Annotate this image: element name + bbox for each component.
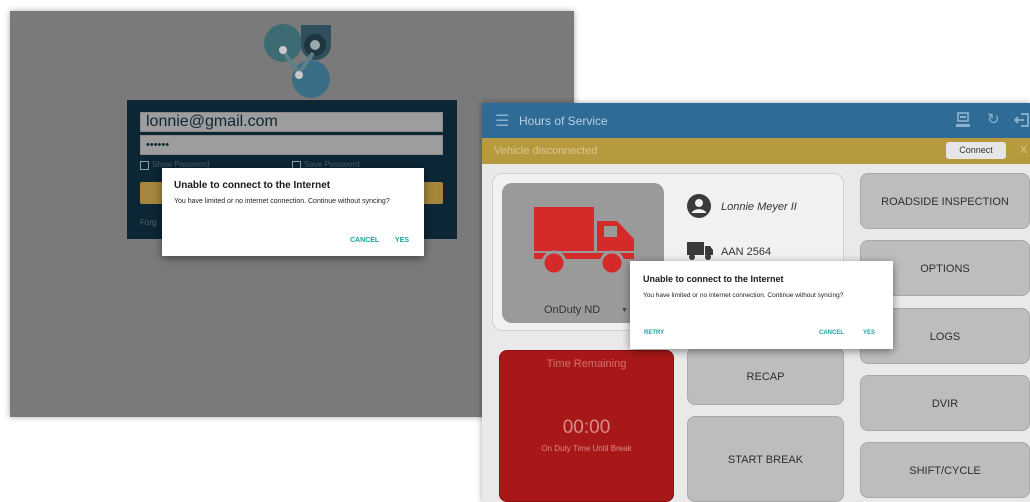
shift-cycle-button[interactable]: SHIFT/CYCLE [860,442,1030,498]
time-remaining-value: 00:00 [562,417,611,438]
chevron-down-icon[interactable]: ▼ [621,307,628,314]
yes-button[interactable]: YES [395,237,409,244]
time-remaining-subtitle: On Duty Time Until Break [541,444,632,453]
dialog-message: You have limited or no internet connecti… [643,292,844,299]
connect-button[interactable]: Connect [946,142,1006,159]
close-status-button[interactable]: X [1020,144,1027,156]
hos-screen: ☰ Hours of Service ↻ Vehicle disconnecte… [482,103,1030,502]
vehicle-status-bar: Vehicle disconnected Connect X [482,138,1030,164]
roadside-inspection-button[interactable]: ROADSIDE INSPECTION [860,173,1030,229]
menu-icon[interactable]: ☰ [495,111,509,131]
cancel-button[interactable]: CANCEL [819,330,844,336]
vehicle-status-text: Vehicle disconnected [494,145,598,157]
duty-status-label: OnDuty ND [544,304,601,316]
dvir-button[interactable]: DVIR [860,375,1030,431]
email-field[interactable]: lonnie@gmail.com [140,112,443,132]
dialog-message: You have limited or no internet connecti… [174,198,390,205]
no-internet-dialog: Unable to connect to the Internet You ha… [630,261,893,349]
dialog-title: Unable to connect to the Internet [174,180,331,191]
driver-name: Lonnie Meyer II [721,201,797,213]
forgot-password-link[interactable]: Forg [140,218,156,227]
dialog-title: Unable to connect to the Internet [643,274,784,284]
vehicle-icon [687,242,713,260]
cancel-button[interactable]: CANCEL [350,237,379,244]
app-logo [264,24,331,98]
app-bar: ☰ Hours of Service ↻ [482,103,1030,138]
show-password-checkbox[interactable] [140,161,149,170]
print-icon[interactable] [956,112,970,128]
driver-avatar-icon [687,194,711,218]
truck-icon [534,207,634,276]
time-remaining-label: Time Remaining [546,358,627,370]
logout-icon[interactable] [1014,112,1030,128]
app-title: Hours of Service [519,114,608,128]
password-field[interactable]: •••••• [140,135,443,155]
refresh-icon[interactable]: ↻ [987,110,1000,128]
yes-button[interactable]: YES [863,330,875,336]
recap-button[interactable]: RECAP [687,347,844,405]
start-break-button[interactable]: START BREAK [687,416,844,502]
no-internet-dialog: Unable to connect to the Internet You ha… [162,168,424,256]
retry-button[interactable]: RETRY [644,330,664,336]
time-remaining-panel: Time Remaining 00:00 On Duty Time Until … [499,350,674,502]
vehicle-id: AAN 2564 [721,246,772,258]
